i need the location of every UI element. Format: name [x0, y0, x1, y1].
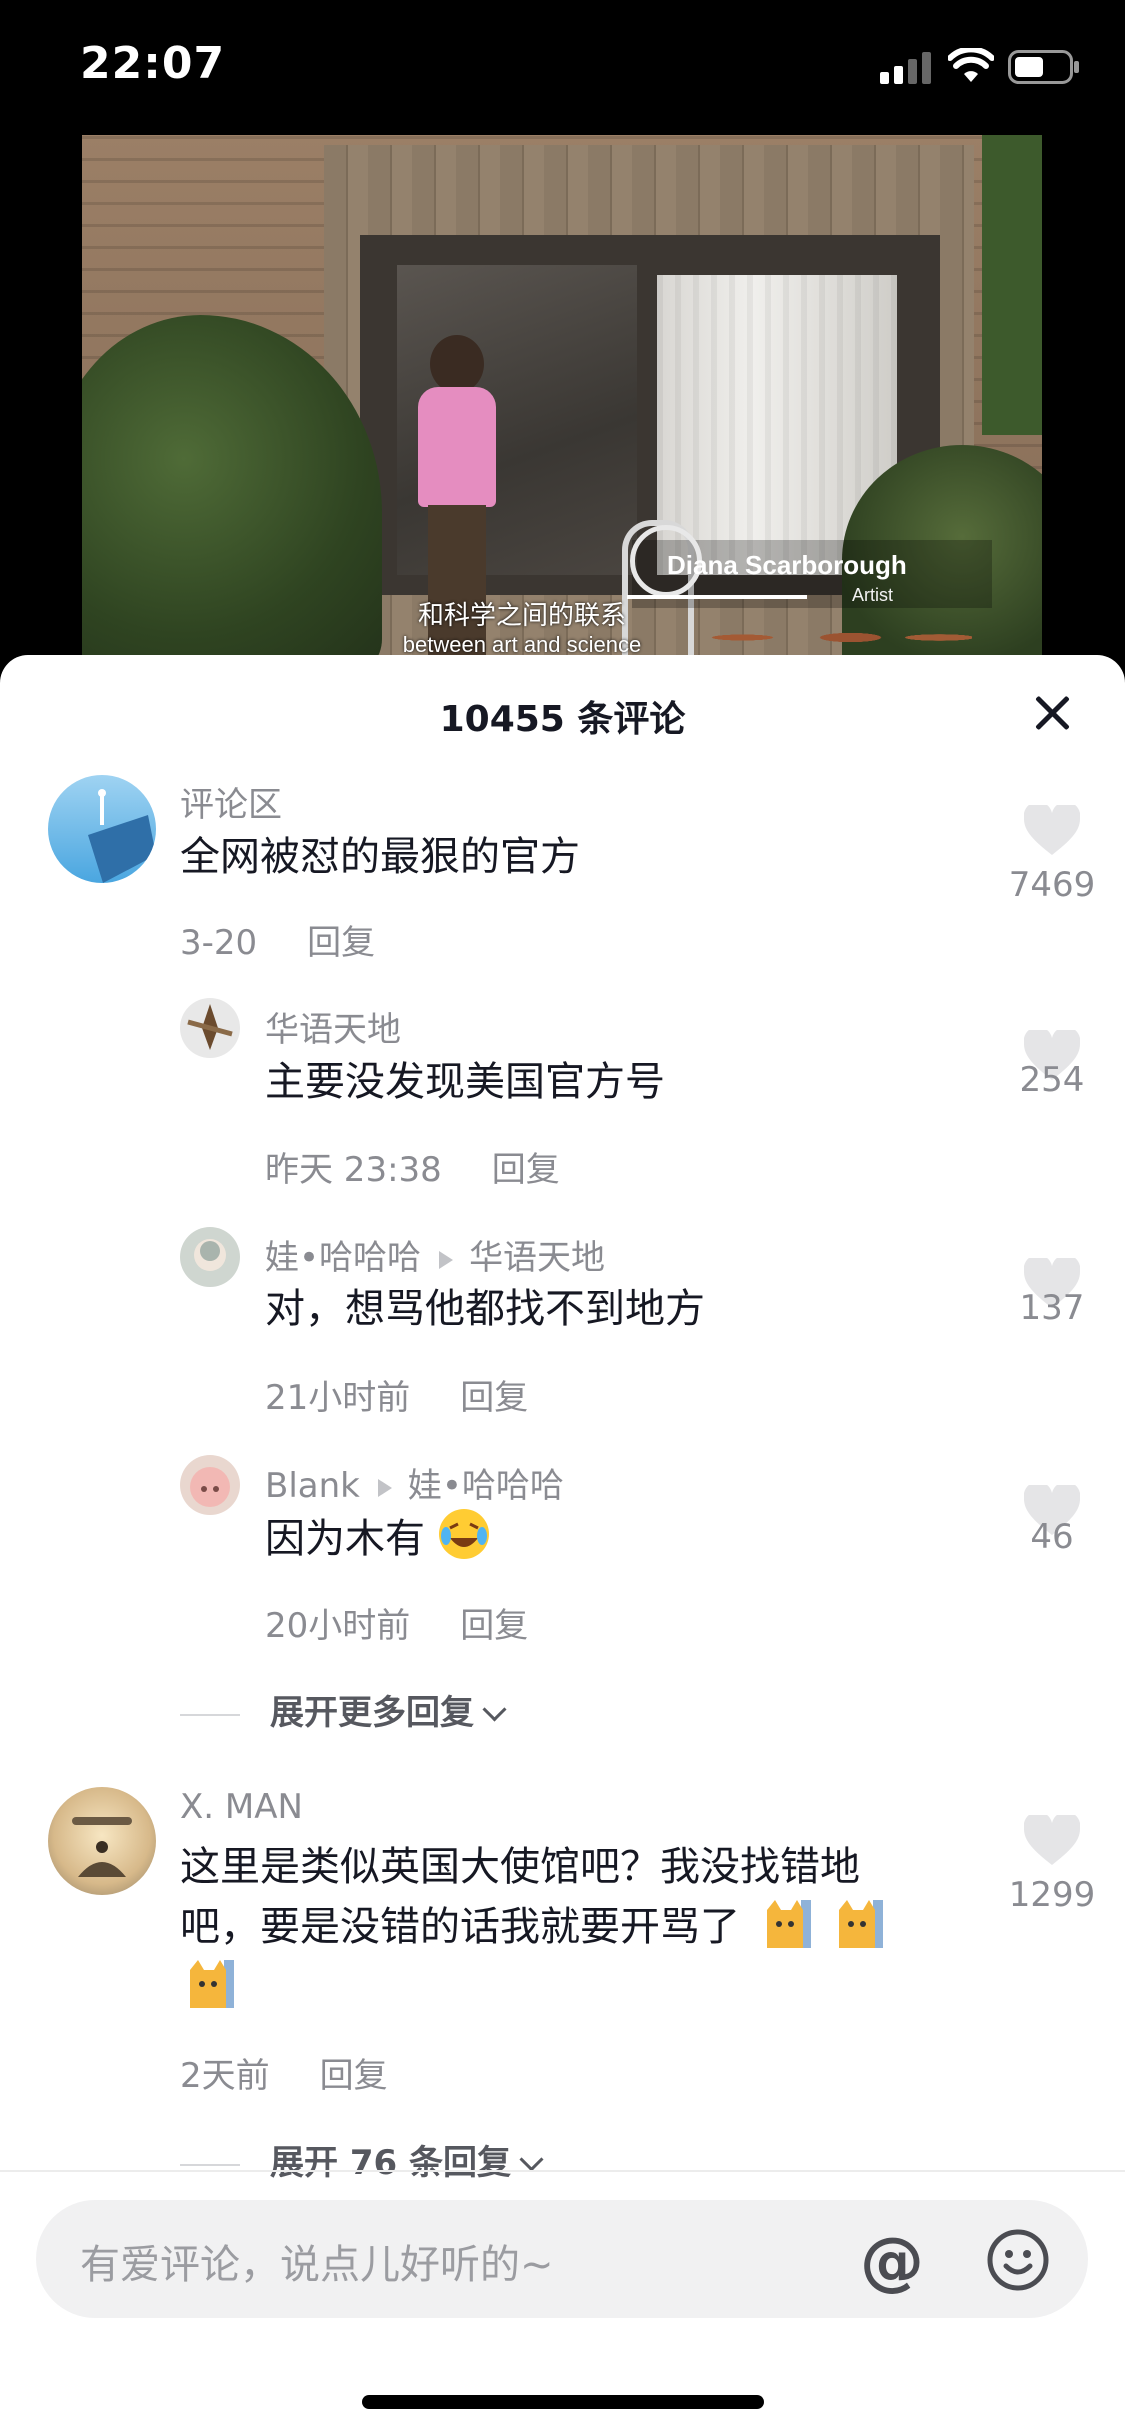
comment-time: 20小时前: [265, 1606, 411, 1646]
comment-text-line: 这里是类似英国大使馆吧？我没找错地: [180, 1844, 860, 1890]
comment-text-line-body: 吧，要是没错的话我就要开骂了: [180, 1904, 740, 1950]
comment-author: Blank 娃•哈哈哈: [265, 1458, 564, 1507]
comment-meta: 3-20 回复: [180, 915, 375, 964]
comments-count-title: 10455 条评论: [439, 699, 686, 740]
comment-input-placeholder: 有爱评论，说点儿好听的~: [80, 2242, 554, 2288]
comment-meta: 昨天 23:38 回复: [265, 1142, 560, 1191]
reply-button[interactable]: 回复: [320, 2056, 388, 2096]
comment-text-body: 因为木有: [265, 1516, 425, 1562]
avatar[interactable]: [48, 775, 156, 883]
comment-text: 主要没发现美国官方号: [265, 1059, 665, 1105]
comment-text-line: [180, 1956, 885, 2016]
comment-author: 娃•哈哈哈 华语天地: [265, 1230, 605, 1279]
expand-76-replies-button[interactable]: 展开 76 条回复: [180, 2135, 544, 2184]
subtitle-chinese: 和科学之间的联系: [417, 601, 626, 631]
comment-text: 全网被怼的最狠的官方: [180, 834, 580, 880]
like-count: 7469: [1008, 865, 1096, 905]
video-player[interactable]: Diana Scarborough Artist 和科学之间的联系 betwee…: [82, 135, 1042, 660]
like-count: 137: [1019, 1288, 1085, 1328]
comment-time: 2天前: [180, 2056, 270, 2096]
reply-button[interactable]: 回复: [460, 1378, 528, 1418]
video-tree: [982, 135, 1042, 435]
comment-time: 3-20: [180, 923, 258, 963]
reply-target[interactable]: 华语天地: [469, 1238, 605, 1278]
avatar-image: [88, 789, 156, 883]
avatar-image: [190, 1467, 230, 1507]
avatar[interactable]: [48, 1787, 156, 1895]
close-icon[interactable]: [1032, 693, 1072, 733]
reply-author[interactable]: Blank: [265, 1466, 360, 1506]
reply-button[interactable]: 回复: [460, 1606, 528, 1646]
comment-meta: 20小时前 回复: [265, 1598, 528, 1647]
expand-label: 展开更多回复: [270, 1693, 474, 1733]
laugh-cry-emoji: [438, 1509, 489, 1559]
lower-third-name: Diana Scarborough: [667, 550, 907, 580]
comment-time: 昨天 23:38: [265, 1150, 442, 1190]
comment-meta: 21小时前 回复: [265, 1370, 528, 1419]
comments-sheet: 10455 条评论 评论区 全网被怼的最狠的官方 3-20 回复 7469 华语天…: [0, 655, 1125, 2436]
reply-arrow-icon: [439, 1250, 454, 1269]
cat-emoji: [766, 1900, 811, 1948]
comment-text-line: 吧，要是没错的话我就要开骂了: [180, 1896, 885, 1956]
avatar[interactable]: [180, 1455, 240, 1515]
expand-divider: [180, 2163, 240, 2166]
comment-time: 21小时前: [265, 1378, 411, 1418]
input-divider: [0, 2170, 1125, 2172]
reply-button[interactable]: 回复: [307, 923, 375, 963]
comment-text: 对，想骂他都找不到地方: [265, 1286, 705, 1332]
reply-author[interactable]: 娃•哈哈哈: [265, 1238, 421, 1278]
signal-icon: [880, 52, 931, 84]
smile-icon[interactable]: [986, 2228, 1050, 2292]
expand-more-replies-button[interactable]: 展开更多回复: [180, 1685, 507, 1734]
comment-text: 这里是类似英国大使馆吧？我没找错地 吧，要是没错的话我就要开骂了: [180, 1838, 885, 2016]
like-count: 1299: [1008, 1875, 1096, 1915]
cat-emoji: [839, 1900, 884, 1948]
heart-icon[interactable]: [1024, 1815, 1080, 1867]
avatar-image: [187, 1004, 233, 1050]
person-top: [418, 387, 496, 507]
expand-label: 展开 76 条回复: [270, 2143, 511, 2183]
avatar-image: [72, 1817, 132, 1877]
comment-author[interactable]: X. MAN: [180, 1787, 303, 1827]
home-indicator[interactable]: [362, 2395, 764, 2409]
chevron-down-icon: [482, 1697, 507, 1722]
status-time: 22:07: [80, 38, 226, 89]
comment-meta: 2天前 回复: [180, 2048, 388, 2097]
status-bar: 22:07: [0, 0, 1125, 135]
battery-icon: [1008, 50, 1079, 84]
reply-target[interactable]: 娃•哈哈哈: [408, 1466, 564, 1506]
avatar-image: [194, 1239, 226, 1271]
avatar[interactable]: [180, 1227, 240, 1287]
wifi-icon: [948, 48, 994, 82]
reply-button[interactable]: 回复: [492, 1150, 560, 1190]
at-icon[interactable]: @: [856, 2226, 928, 2298]
avatar[interactable]: [180, 998, 240, 1058]
cat-emoji: [190, 1960, 234, 2008]
person-hair: [430, 335, 484, 393]
heart-icon[interactable]: [1024, 805, 1080, 857]
chevron-down-icon: [519, 2147, 544, 2172]
like-count: 254: [1019, 1060, 1085, 1100]
comment-author[interactable]: 评论区: [180, 777, 282, 826]
reply-arrow-icon: [377, 1478, 392, 1497]
expand-divider: [180, 1713, 240, 1716]
comment-input[interactable]: 有爱评论，说点儿好听的~ @: [36, 2200, 1088, 2318]
comment-text: 因为木有: [265, 1508, 490, 1568]
comment-author[interactable]: 华语天地: [265, 1002, 401, 1051]
like-count: 46: [1030, 1517, 1074, 1557]
